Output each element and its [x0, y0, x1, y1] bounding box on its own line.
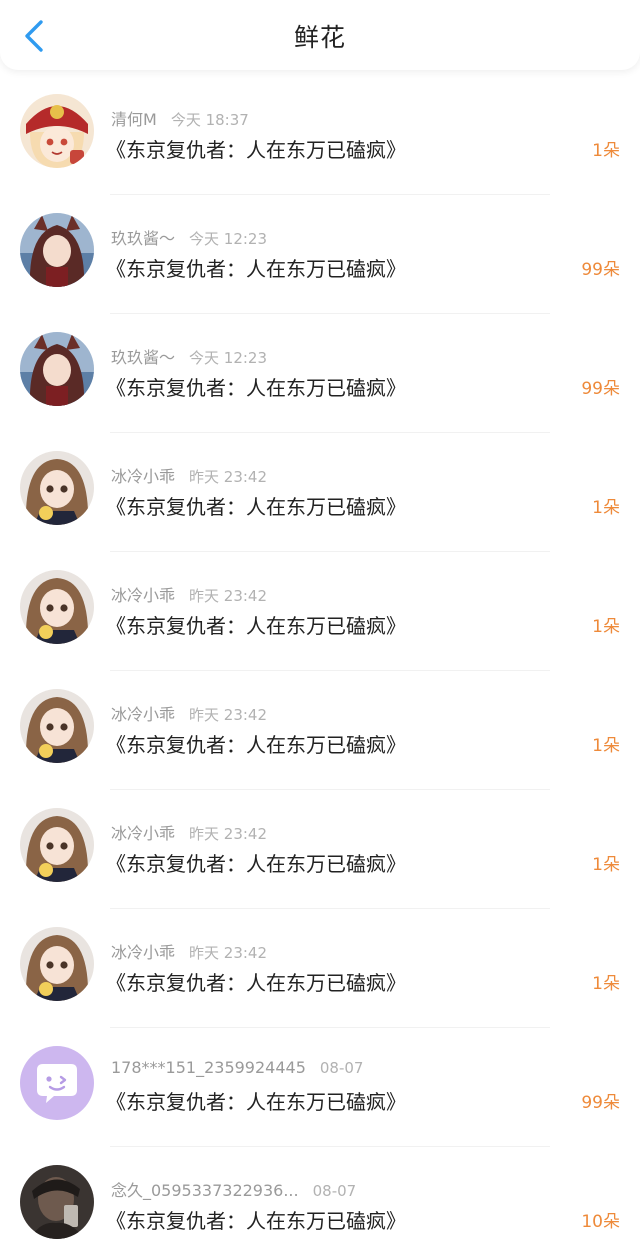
user-avatar[interactable] — [20, 927, 94, 1001]
item-meta: 178***151_2359924445 08-07 — [111, 1058, 363, 1077]
flower-count: 1朵 — [592, 974, 620, 994]
item-meta: 冰冷小乖 昨天 23:42 — [111, 939, 267, 963]
book-title[interactable]: 《东京复仇者：人在东万已磕疯》 — [106, 372, 406, 401]
top-bar: 鲜花 — [0, 0, 640, 70]
user-avatar[interactable] — [20, 1046, 94, 1120]
flower-count: 10朵 — [581, 1212, 620, 1232]
user-avatar[interactable] — [20, 570, 94, 644]
user-avatar[interactable] — [20, 451, 94, 525]
timestamp: 昨天 23:42 — [189, 706, 268, 724]
username[interactable]: 冰冷小乖 — [111, 943, 175, 962]
username[interactable]: 冰冷小乖 — [111, 467, 175, 486]
page-title: 鲜花 — [293, 23, 346, 52]
flower-count: 99朵 — [581, 379, 620, 399]
timestamp: 今天 12:23 — [189, 349, 268, 367]
book-title[interactable]: 《东京复仇者：人在东万已磕疯》 — [106, 1086, 406, 1115]
username[interactable]: 玖玖酱～ — [111, 348, 175, 367]
user-avatar[interactable] — [20, 213, 94, 287]
timestamp: 今天 12:23 — [189, 230, 268, 248]
timestamp: 08-07 — [319, 1059, 364, 1077]
timestamp: 08-07 — [312, 1182, 357, 1200]
list-item[interactable]: 冰冷小乖 昨天 23:42 《东京复仇者：人在东万已磕疯》 1朵 — [0, 552, 640, 671]
flower-count: 99朵 — [581, 260, 620, 280]
list-item[interactable]: 念久_0595337322936... 08-07 《东京复仇者：人在东万已磕疯》… — [0, 1147, 640, 1250]
username[interactable]: 玖玖酱～ — [111, 229, 175, 248]
item-meta: 玖玖酱～ 今天 12:23 — [111, 225, 267, 249]
username[interactable]: 冰冷小乖 — [111, 586, 175, 605]
user-avatar[interactable] — [20, 94, 94, 168]
book-title[interactable]: 《东京复仇者：人在东万已磕疯》 — [106, 491, 406, 520]
timestamp: 今天 18:37 — [170, 111, 249, 129]
flower-count: 1朵 — [592, 141, 620, 161]
book-title[interactable]: 《东京复仇者：人在东万已磕疯》 — [106, 729, 406, 758]
user-avatar[interactable] — [20, 689, 94, 763]
list-item[interactable]: 冰冷小乖 昨天 23:42 《东京复仇者：人在东万已磕疯》 1朵 — [0, 790, 640, 909]
book-title[interactable]: 《东京复仇者：人在东万已磕疯》 — [106, 610, 406, 639]
book-title[interactable]: 《东京复仇者：人在东万已磕疯》 — [106, 848, 406, 877]
user-avatar[interactable] — [20, 808, 94, 882]
timestamp: 昨天 23:42 — [189, 825, 268, 843]
list-item[interactable]: 冰冷小乖 昨天 23:42 《东京复仇者：人在东万已磕疯》 1朵 — [0, 909, 640, 1028]
username[interactable]: 178***151_2359924445 — [111, 1058, 306, 1077]
user-avatar[interactable] — [20, 1165, 94, 1239]
item-meta: 清何M 今天 18:37 — [111, 106, 249, 130]
list-item[interactable]: 178***151_2359924445 08-07 《东京复仇者：人在东万已磕疯… — [0, 1028, 640, 1147]
item-meta: 冰冷小乖 昨天 23:42 — [111, 463, 267, 487]
list-item[interactable]: 冰冷小乖 昨天 23:42 《东京复仇者：人在东万已磕疯》 1朵 — [0, 671, 640, 790]
timestamp: 昨天 23:42 — [189, 587, 268, 605]
username[interactable]: 冰冷小乖 — [111, 824, 175, 843]
flowers-page: 鲜花 清何M 今天 18:37 《东京复仇者：人在东万已磕疯》 1朵 玖玖酱～ … — [0, 0, 640, 1250]
list-item[interactable]: 冰冷小乖 昨天 23:42 《东京复仇者：人在东万已磕疯》 1朵 — [0, 433, 640, 552]
list-item[interactable]: 清何M 今天 18:37 《东京复仇者：人在东万已磕疯》 1朵 — [0, 76, 640, 195]
flower-count: 99朵 — [581, 1093, 620, 1113]
flower-count: 1朵 — [592, 736, 620, 756]
user-avatar[interactable] — [20, 332, 94, 406]
book-title[interactable]: 《东京复仇者：人在东万已磕疯》 — [106, 1205, 406, 1234]
item-meta: 冰冷小乖 昨天 23:42 — [111, 701, 267, 725]
item-meta: 玖玖酱～ 今天 12:23 — [111, 344, 267, 368]
item-meta: 念久_0595337322936... 08-07 — [111, 1177, 356, 1201]
book-title[interactable]: 《东京复仇者：人在东万已磕疯》 — [106, 134, 406, 163]
username[interactable]: 念久_0595337322936... — [111, 1181, 299, 1200]
list-item[interactable]: 玖玖酱～ 今天 12:23 《东京复仇者：人在东万已磕疯》 99朵 — [0, 314, 640, 433]
flower-count: 1朵 — [592, 498, 620, 518]
item-meta: 冰冷小乖 昨天 23:42 — [111, 820, 267, 844]
book-title[interactable]: 《东京复仇者：人在东万已磕疯》 — [106, 967, 406, 996]
book-title[interactable]: 《东京复仇者：人在东万已磕疯》 — [106, 253, 406, 282]
timestamp: 昨天 23:42 — [189, 944, 268, 962]
flower-count: 1朵 — [592, 855, 620, 875]
flower-list: 清何M 今天 18:37 《东京复仇者：人在东万已磕疯》 1朵 玖玖酱～ 今天 12… — [0, 70, 640, 1250]
flower-count: 1朵 — [592, 617, 620, 637]
list-item[interactable]: 玖玖酱～ 今天 12:23 《东京复仇者：人在东万已磕疯》 99朵 — [0, 195, 640, 314]
item-meta: 冰冷小乖 昨天 23:42 — [111, 582, 267, 606]
username[interactable]: 冰冷小乖 — [111, 705, 175, 724]
timestamp: 昨天 23:42 — [189, 468, 268, 486]
username[interactable]: 清何M — [111, 110, 157, 129]
